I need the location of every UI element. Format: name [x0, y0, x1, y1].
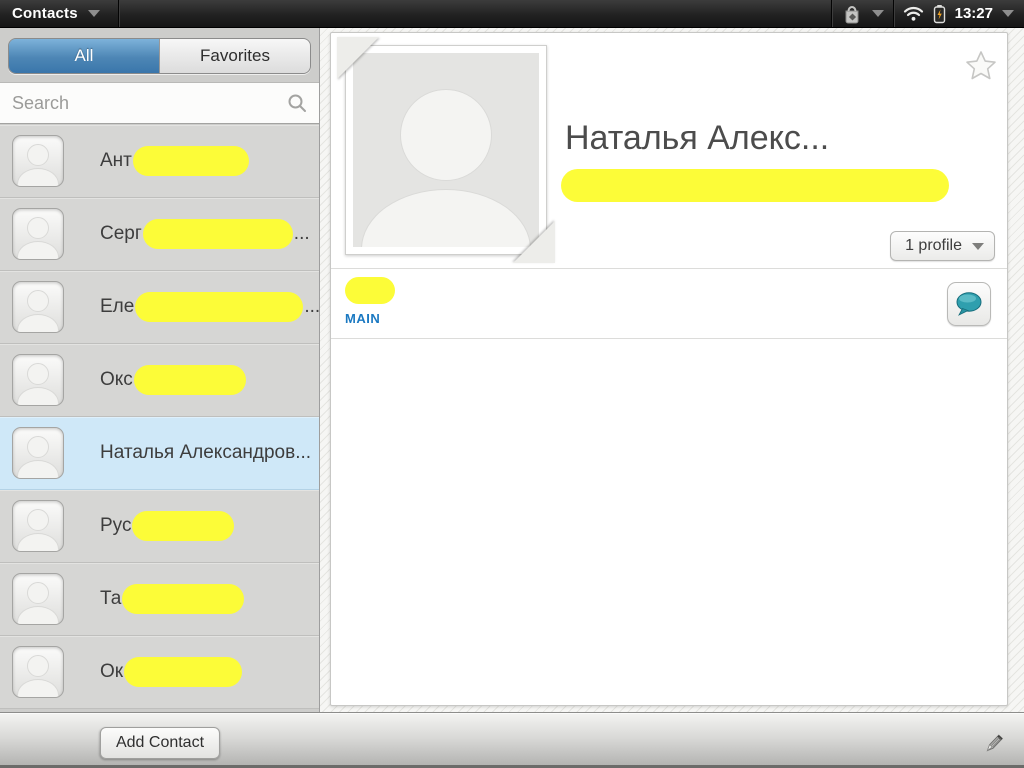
battery-charging-icon	[933, 4, 946, 24]
contact-list-item[interactable]: Та	[0, 563, 319, 636]
redaction-highlight	[133, 146, 249, 176]
avatar	[12, 646, 64, 698]
status-icons: 13:27	[831, 0, 1024, 27]
contact-list-item[interactable]: Ок	[0, 636, 319, 709]
search-input[interactable]	[12, 93, 287, 114]
list-filter-tabs: All Favorites	[8, 38, 311, 74]
contact-list-item[interactable]: Ант	[0, 125, 319, 198]
search-icon	[287, 93, 307, 113]
contact-name-fragment: Рус	[100, 515, 131, 537]
redaction-highlight	[122, 584, 244, 614]
contact-list-item-selected[interactable]: Наталья Александров...	[0, 417, 319, 490]
favorite-star-icon[interactable]	[963, 47, 999, 83]
chat-bubble-icon	[954, 291, 984, 318]
wifi-icon	[903, 5, 924, 22]
add-contact-button[interactable]: Add Contact	[100, 727, 220, 759]
detail-pane-background: Наталья Алекс... 1 profile MAIN	[320, 28, 1024, 768]
app-menu[interactable]: Contacts	[0, 0, 119, 27]
phone-number-row[interactable]: MAIN	[331, 269, 1007, 339]
avatar	[12, 354, 64, 406]
contact-photo[interactable]	[345, 45, 547, 255]
contact-list-item[interactable]: Еле...	[0, 271, 319, 344]
avatar	[12, 427, 64, 479]
contact-name-fragment: Ант	[100, 150, 132, 172]
contacts-app-screen: Contacts	[0, 0, 1024, 768]
phone-type-label: MAIN	[345, 311, 993, 326]
chevron-down-icon[interactable]	[872, 10, 884, 17]
clock-time: 13:27	[955, 5, 993, 22]
photo-corner-fold	[337, 37, 379, 79]
avatar	[12, 208, 64, 260]
contact-name: Наталья Александров...	[100, 442, 311, 464]
edit-contact-button[interactable]	[978, 726, 1010, 758]
contact-list-item[interactable]: Рус	[0, 490, 319, 563]
contact-list: Ант Серг... Еле... Окс Наталья Александр…	[0, 125, 319, 709]
profile-count-dropdown[interactable]: 1 profile	[890, 231, 995, 261]
photo-placeholder-icon	[353, 53, 539, 247]
redacted-subtitle	[561, 169, 949, 202]
bottom-command-bar: Add Contact	[0, 713, 1024, 768]
contact-name-fragment: Та	[100, 588, 121, 610]
avatar	[12, 281, 64, 333]
send-message-button[interactable]	[947, 282, 991, 326]
pencil-icon	[981, 729, 1007, 755]
chevron-down-icon	[972, 243, 984, 250]
redaction-highlight	[143, 219, 293, 249]
statusbar-divider	[893, 0, 894, 27]
statusbar-divider	[831, 0, 832, 27]
redaction-highlight	[134, 365, 246, 395]
search-bar	[0, 82, 319, 124]
tab-all[interactable]: All	[9, 39, 159, 73]
redaction-highlight	[132, 511, 234, 541]
redacted-phone-number	[345, 277, 395, 304]
app-menu-label: Contacts	[12, 5, 78, 22]
statusbar-divider	[118, 0, 119, 27]
status-bar: Contacts	[0, 0, 1024, 28]
chevron-down-icon	[88, 10, 100, 17]
chevron-down-icon[interactable]	[1002, 10, 1014, 17]
avatar	[12, 573, 64, 625]
redaction-highlight	[124, 657, 242, 687]
device-notification-icon[interactable]	[841, 3, 863, 25]
contact-name-fragment: Серг	[100, 223, 142, 245]
contact-detail-header: Наталья Алекс... 1 profile	[331, 33, 1007, 269]
redaction-highlight	[135, 292, 303, 322]
contact-name-fragment: Ок	[100, 661, 123, 683]
contact-name-fragment: Окс	[100, 369, 133, 391]
tab-favorites[interactable]: Favorites	[159, 39, 310, 73]
contact-name-fragment: Еле	[100, 296, 134, 318]
contact-list-item[interactable]: Серг...	[0, 198, 319, 271]
contact-list-panel: All Favorites Ант Серг... Еле...	[0, 28, 320, 768]
photo-corner-fold	[513, 221, 555, 263]
profile-count-label: 1 profile	[905, 237, 962, 255]
contact-detail-card: Наталья Алекс... 1 profile MAIN	[330, 32, 1008, 706]
contact-list-item[interactable]: Окс	[0, 344, 319, 417]
avatar	[12, 500, 64, 552]
contact-name: Наталья Алекс...	[565, 119, 829, 158]
avatar	[12, 135, 64, 187]
